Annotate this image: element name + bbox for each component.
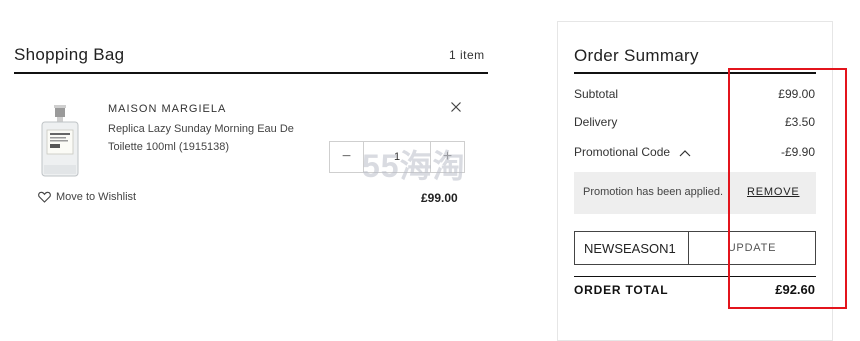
watermark: 55海淘 [362,148,466,184]
promotional-code-toggle[interactable]: Promotional Code [574,145,691,159]
perfume-bottle-image [41,105,79,177]
subtotal-label: Subtotal [574,87,619,101]
heart-icon [38,191,51,203]
promotion-applied-message: Promotion has been applied. [583,186,724,198]
close-icon [451,102,461,112]
product-brand: MAISON MARGIELA [108,103,227,115]
shopping-bag-divider [14,72,488,74]
highlight-annotation-box [728,68,847,309]
order-total-label: ORDER TOTAL [574,283,669,297]
promotional-code-label: Promotional Code [574,145,671,159]
remove-item-button[interactable] [448,99,464,115]
move-to-wishlist-label: Move to Wishlist [56,191,137,203]
quantity-decrease-button[interactable]: − [330,142,364,172]
chevron-up-icon [679,149,691,157]
item-count: 1 item [449,48,485,62]
promo-code-input[interactable] [574,231,688,265]
item-price: £99.00 [421,191,458,205]
move-to-wishlist-link[interactable]: Move to Wishlist [38,191,136,203]
product-name[interactable]: Replica Lazy Sunday Morning Eau De Toile… [108,120,318,156]
shopping-bag-title: Shopping Bag [14,45,125,64]
order-summary-title: Order Summary [574,46,699,65]
delivery-label: Delivery [574,115,618,129]
product-image[interactable] [38,105,82,177]
